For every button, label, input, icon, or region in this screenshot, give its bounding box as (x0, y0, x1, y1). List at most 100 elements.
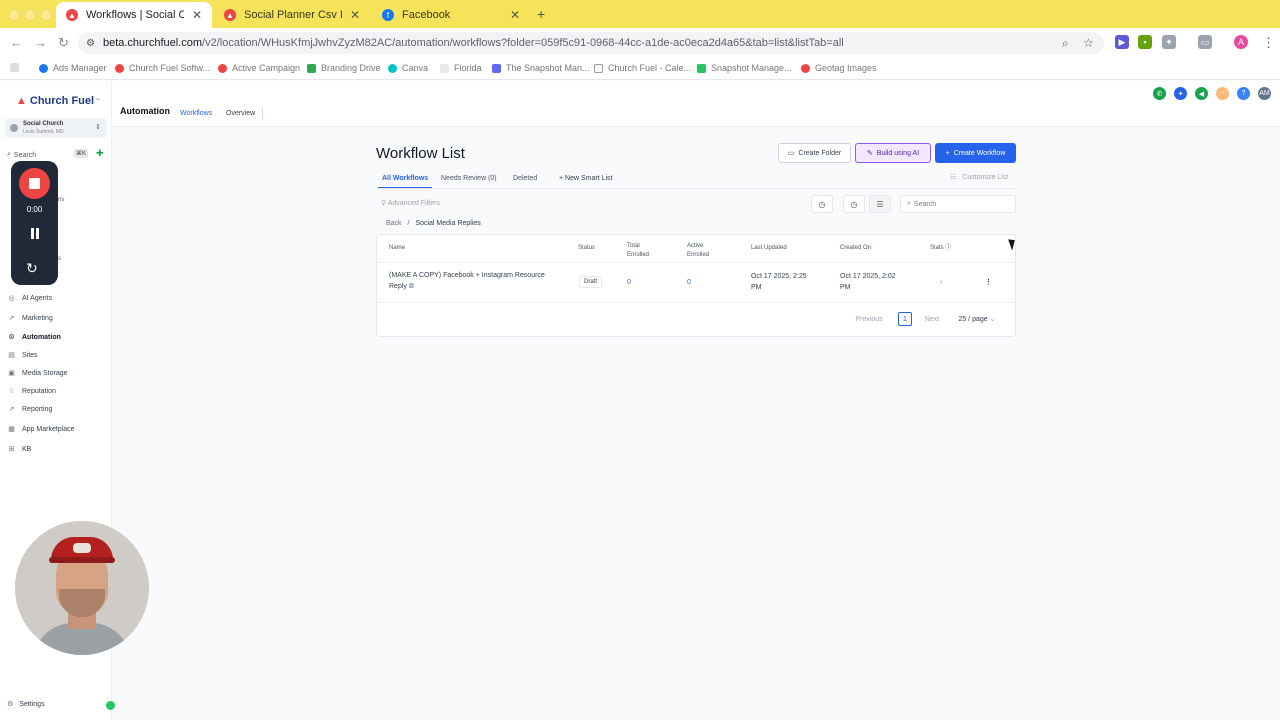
sidebar-item-media-storage[interactable]: ▣ Media Storage (7, 366, 111, 380)
created-on-line2: PM (840, 284, 851, 291)
stats-chevron-icon[interactable]: › (940, 277, 942, 288)
customize-list-button[interactable]: ☷ Customize List (950, 173, 1008, 182)
sidebar-item-sites[interactable]: ▤ Sites (7, 348, 111, 362)
history-icon[interactable]: ◷ (811, 195, 833, 213)
search-input[interactable] (913, 200, 1004, 208)
magic-icon[interactable]: ✦ (1174, 87, 1187, 100)
sidebar-item-reputation[interactable]: ☆ Reputation (7, 384, 111, 398)
column-header-status[interactable]: Status (578, 244, 595, 253)
browser-tab-workflows[interactable]: ▲ Workflows | Social Church ✕ (56, 2, 212, 28)
table-row[interactable]: (MAKE A COPY) Facebook + Instagram Resou… (377, 263, 1015, 303)
notifications-icon[interactable]: ◔ (1216, 87, 1229, 100)
profile-avatar-icon[interactable]: A (1234, 35, 1248, 49)
next-page-button[interactable]: Next (918, 312, 946, 326)
bookmark-ads-manager[interactable]: Ads Manager (39, 63, 107, 73)
kb-icon: ⊞ (8, 446, 15, 453)
filter-icon: ⚲ (381, 200, 388, 207)
sidebar-item-app-marketplace[interactable]: ▦ App Marketplace (7, 422, 111, 436)
new-smart-list-button[interactable]: + New Smart List (559, 175, 613, 182)
restart-icon[interactable]: ↻ (26, 260, 38, 277)
column-header-created-on[interactable]: Created On (840, 244, 871, 253)
bookmark-church-fuel-software[interactable]: Church Fuel Softw... (115, 63, 210, 73)
close-window-button[interactable] (8, 9, 20, 21)
tab-workflows[interactable]: Workflows (180, 110, 212, 117)
apps-grid-icon[interactable] (10, 63, 24, 72)
pause-icon[interactable] (30, 228, 40, 239)
row-actions-icon[interactable]: ⋮ (985, 277, 992, 288)
column-header-active-enrolled[interactable]: Active Enrolled (687, 242, 717, 260)
sidebar-item-reporting[interactable]: ↗ Reporting (7, 402, 111, 416)
list-view-icon[interactable]: ☰ (869, 195, 891, 213)
phone-icon[interactable]: ✆ (1153, 87, 1166, 100)
sidebar-item-ai-agents[interactable]: ◎ AI Agents (7, 291, 111, 305)
recording-timer: 0:00 (26, 205, 43, 214)
bookmark-label: The Snapshot Man... (506, 63, 590, 73)
browser-tab-facebook[interactable]: f Facebook ✕ (372, 2, 530, 28)
build-using-ai-button[interactable]: ✎ Build using AI (855, 143, 931, 163)
help-icon[interactable]: ? (1237, 87, 1250, 100)
page-number-button[interactable]: 1 (898, 312, 912, 326)
site-settings-icon[interactable]: ⚙ (86, 38, 95, 49)
quick-add-icon[interactable]: ✚ (96, 148, 104, 159)
bookmark-branding-drive[interactable]: Branding Drive (307, 63, 381, 73)
column-header-stats[interactable]: Stats ⓘ (930, 244, 951, 253)
bookmark-star-icon[interactable]: ☆ (1083, 36, 1094, 50)
close-icon[interactable]: ✕ (192, 8, 202, 22)
create-workflow-button[interactable]: + Create Workflow (935, 143, 1016, 163)
megaphone-icon[interactable]: ◀ (1195, 87, 1208, 100)
browser-tab-social-planner[interactable]: ▲ Social Planner Csv Edit | And ✕ (214, 2, 370, 28)
sidebar-search[interactable]: ⌕ Search ⌘K ✚ (7, 148, 107, 161)
bookmark-geotag-images[interactable]: Geotag Images (801, 63, 877, 73)
clock-view-icon[interactable]: ◷ (843, 195, 865, 213)
tab-overview[interactable]: Overview (226, 110, 255, 117)
more-menu-icon[interactable]: ⋮ (1262, 35, 1275, 51)
created-on-line1: Oct 17 2025, 2:02 (840, 273, 896, 280)
external-link-icon[interactable]: ⧉ (409, 283, 414, 290)
bookmark-active-campaign[interactable]: Active Campaign (218, 63, 300, 73)
column-header-name[interactable]: Name (389, 244, 405, 253)
close-icon[interactable]: ✕ (350, 8, 360, 22)
workflow-search[interactable]: ⌕ (900, 195, 1016, 213)
new-tab-icon[interactable]: + (537, 6, 545, 22)
side-panel-icon[interactable]: ▭ (1198, 35, 1212, 49)
user-avatar[interactable]: AM (1258, 87, 1271, 100)
tab-needs-review[interactable]: Needs Review (0) (441, 175, 497, 182)
sidebar-item-marketing[interactable]: ↗ Marketing (7, 311, 111, 325)
reload-icon[interactable]: ↻ (58, 35, 69, 51)
tab-deleted[interactable]: Deleted (513, 175, 537, 182)
bookmark-florida[interactable]: Florida (440, 63, 482, 73)
sidebar-item-kb[interactable]: ⊞ KB (7, 442, 111, 456)
address-bar[interactable]: ⚙ beta.churchfuel.com/v2/location/WHusKf… (78, 32, 1104, 54)
workflow-name[interactable]: (MAKE A COPY) Facebook + Instagram Resou… (389, 270, 569, 292)
advanced-filters-button[interactable]: ⚲ Advanced Filters (381, 199, 440, 207)
extension-icon[interactable]: ▶ (1115, 35, 1129, 49)
stop-recording-button[interactable] (19, 168, 50, 199)
breadcrumb-back[interactable]: Back (386, 220, 402, 227)
total-enrolled-value[interactable]: 0 (627, 277, 631, 288)
sidebar-item-automation[interactable]: ⚙ Automation (7, 330, 111, 344)
account-switcher[interactable]: Social Church Lexis Summit, MD ⇕ (5, 118, 107, 138)
extension-icon[interactable]: ▪ (1138, 35, 1152, 49)
column-header-total-enrolled[interactable]: Total Enrolled (627, 242, 657, 260)
active-enrolled-value[interactable]: 0 (687, 277, 691, 288)
extensions-puzzle-icon[interactable]: ✦ (1162, 35, 1176, 49)
close-icon[interactable]: ✕ (510, 8, 520, 22)
flame-icon (801, 63, 810, 73)
minimize-window-button[interactable] (24, 9, 36, 21)
column-header-last-updated[interactable]: Last Updated (751, 244, 787, 253)
zoom-icon[interactable]: ⌕ (1062, 36, 1069, 51)
sites-icon: ▤ (8, 352, 15, 359)
forward-arrow-icon[interactable]: → (34, 35, 47, 50)
bookmark-snapshot-manage[interactable]: Snapshot Manage... (697, 63, 792, 73)
bookmark-snapshot-man[interactable]: The Snapshot Man... (492, 63, 590, 73)
per-page-select[interactable]: 25 / page ⌄ (955, 312, 999, 326)
back-arrow-icon[interactable]: ← (10, 35, 23, 50)
church-fuel-logo[interactable]: ▲ Church Fuel ™ (16, 95, 100, 107)
bookmark-canva[interactable]: Canva (388, 63, 428, 73)
sidebar-settings[interactable]: ⚙ Settings (7, 700, 45, 709)
maximize-window-button[interactable] (40, 9, 52, 21)
bookmark-church-fuel-calendar[interactable]: Church Fuel - Cale... (594, 63, 691, 73)
tab-all-workflows[interactable]: All Workflows (382, 175, 428, 182)
create-folder-button[interactable]: ▭ Create Folder (778, 143, 851, 163)
previous-page-button[interactable]: Previous (849, 312, 889, 326)
